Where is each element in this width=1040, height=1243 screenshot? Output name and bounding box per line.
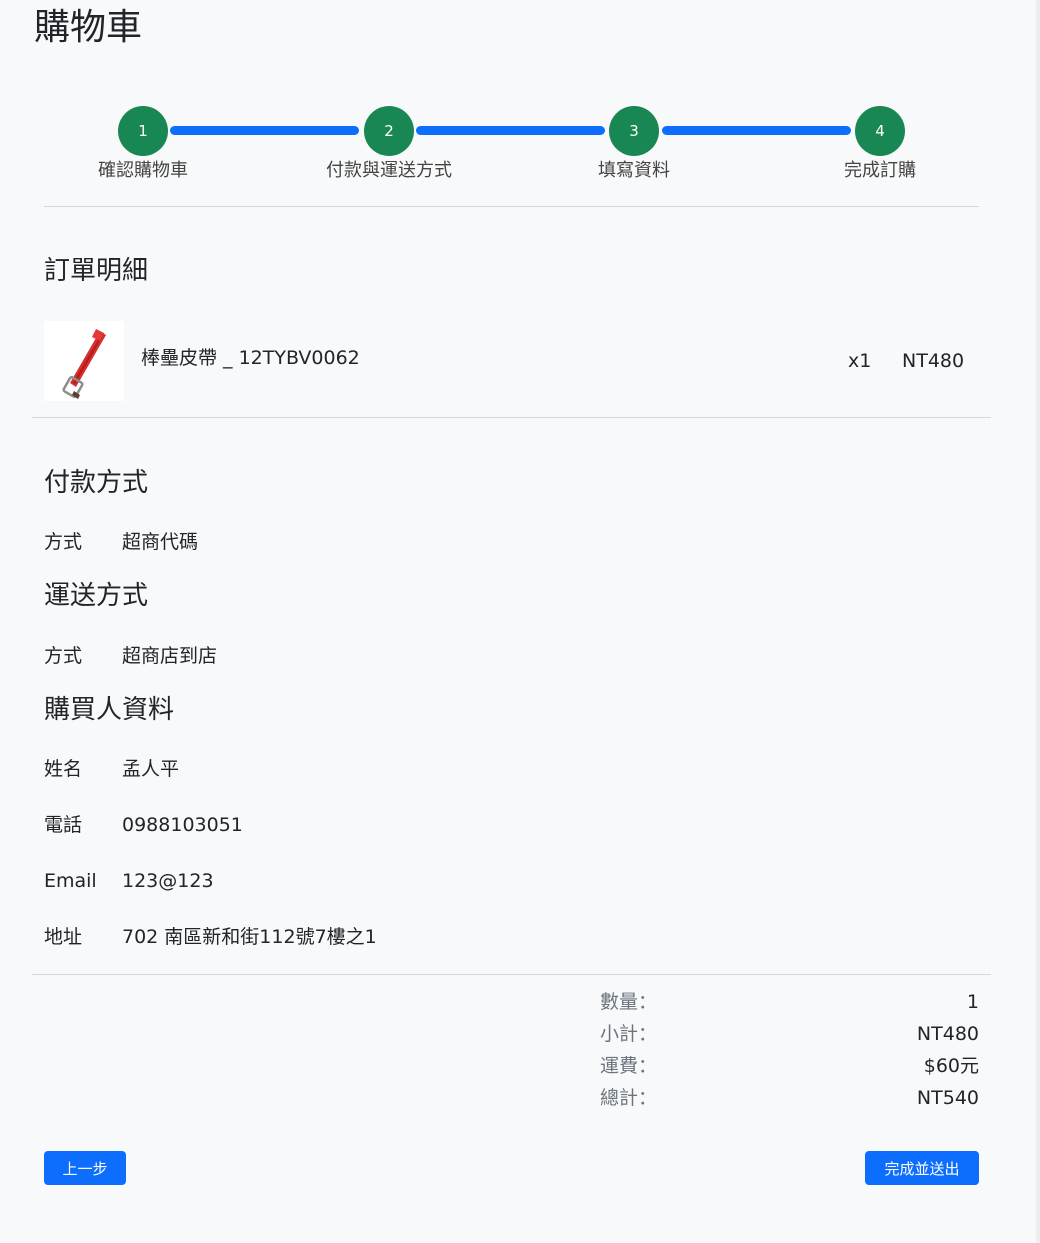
summary-total-value: NT540: [916, 1087, 979, 1109]
payment-method-label: 方式: [44, 531, 83, 553]
buyer-email-value: 123@123: [122, 870, 214, 892]
buyer-email-label: Email: [44, 870, 97, 892]
step-1-circle: 1: [118, 106, 168, 156]
shipping-method-value: 超商店到店: [122, 645, 218, 667]
checkout-stepper: 1 2 3 4 確認購物車 付款與運送方式 填寫資料 完成訂購: [0, 0, 1040, 200]
buyer-address-label: 地址: [44, 926, 83, 948]
order-details-title: 訂單明細: [44, 256, 149, 286]
previous-step-button[interactable]: 上一步: [44, 1151, 126, 1185]
summary-subtotal-label: 小計：: [600, 1023, 658, 1045]
step-connector-1-2: [170, 126, 359, 135]
step-connector-3-4: [662, 126, 851, 135]
order-divider: [32, 417, 991, 418]
shipping-method-label: 方式: [44, 645, 83, 667]
page-scrollbar[interactable]: [1036, 0, 1040, 1243]
summary-shipping-value: $60元: [923, 1055, 979, 1077]
summary-total-label: 總計：: [600, 1087, 658, 1109]
product-name: 棒壘皮帶 _ 12TYBV0062: [141, 347, 360, 369]
summary-subtotal-value: NT480: [916, 1023, 979, 1045]
step-2-label: 付款與運送方式: [326, 160, 452, 181]
step-4-label: 完成訂購: [844, 160, 916, 181]
product-price: NT480: [902, 350, 965, 372]
summary-quantity-value: 1: [966, 991, 979, 1013]
stepper-divider: [44, 206, 979, 207]
summary-quantity-label: 數量：: [600, 991, 658, 1013]
step-4-circle: 4: [855, 106, 905, 156]
payment-method-value: 超商代碼: [122, 531, 199, 553]
submit-order-button[interactable]: 完成並送出: [865, 1151, 979, 1185]
step-3-label: 填寫資料: [598, 160, 670, 181]
buyer-address-value: 702 南區新和街112號7樓之1: [122, 926, 377, 948]
buyer-info-title: 購買人資料: [44, 695, 175, 725]
summary-shipping-label: 運費：: [600, 1055, 658, 1077]
product-image: [44, 321, 124, 401]
step-1-label: 確認購物車: [98, 160, 188, 181]
buyer-phone-value: 0988103051: [122, 814, 243, 836]
step-3-circle: 3: [609, 106, 659, 156]
buyer-name-label: 姓名: [44, 758, 83, 780]
payment-title: 付款方式: [44, 468, 149, 498]
buyer-name-value: 孟人平: [122, 758, 180, 780]
step-connector-2-3: [416, 126, 605, 135]
shipping-title: 運送方式: [44, 581, 149, 611]
buyer-phone-label: 電話: [44, 814, 83, 836]
product-quantity: x1: [848, 350, 872, 372]
summary-divider: [32, 974, 991, 975]
step-2-circle: 2: [364, 106, 414, 156]
belt-icon: [62, 329, 106, 399]
